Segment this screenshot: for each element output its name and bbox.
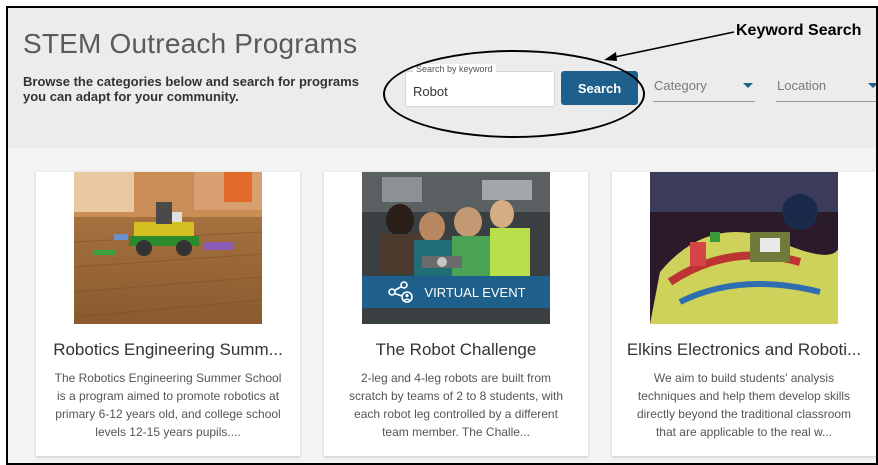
location-select[interactable]: Location [776, 70, 876, 102]
program-card[interactable]: VIRTUAL EVENT The Robot Challenge 2-leg … [324, 172, 588, 456]
program-card[interactable]: Elkins Electronics and Roboti... We aim … [612, 172, 876, 456]
annotation-label: Keyword Search [736, 22, 862, 39]
program-description: 2-leg and 4-leg robots are built from sc… [348, 371, 564, 439]
keyword-search-input[interactable] [413, 82, 551, 100]
caret-down-icon [868, 83, 876, 88]
program-description: The Robotics Engineering Summer School i… [54, 371, 282, 439]
share-person-icon [388, 281, 414, 303]
virtual-event-badge: VIRTUAL EVENT [362, 276, 550, 308]
search-button[interactable]: Search [561, 71, 638, 105]
program-image [650, 172, 838, 324]
location-select-label: Location [777, 78, 827, 93]
program-title[interactable]: Robotics Engineering Summ... [36, 340, 300, 360]
header: STEM Outreach Programs Browse the catego… [8, 8, 876, 148]
page-frame: STEM Outreach Programs Browse the catego… [6, 6, 878, 465]
annotation-arrow [604, 31, 735, 61]
program-title[interactable]: Elkins Electronics and Roboti... [612, 340, 876, 360]
program-image [74, 172, 262, 324]
program-description: We aim to build students' analysis techn… [636, 371, 852, 439]
category-select[interactable]: Category [653, 70, 755, 102]
program-card[interactable]: Robotics Engineering Summ... The Robotic… [36, 172, 300, 456]
program-title[interactable]: The Robot Challenge [324, 340, 588, 360]
virtual-event-label: VIRTUAL EVENT [424, 284, 526, 300]
page-subtitle: Browse the categories below and search f… [23, 74, 359, 104]
page-title: STEM Outreach Programs [23, 28, 358, 59]
caret-down-icon [743, 83, 753, 88]
category-select-label: Category [654, 78, 707, 93]
keyword-search-legend: Search by keyword [413, 64, 496, 74]
